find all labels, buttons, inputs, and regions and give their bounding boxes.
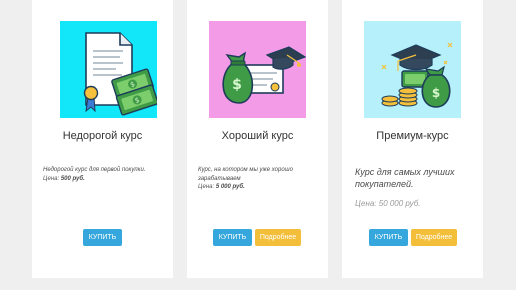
course-image-premium: $: [364, 21, 461, 118]
certificate-with-money-icon: $ $: [60, 21, 157, 118]
price-value: 5 000 руб.: [215, 184, 245, 190]
price-text: Цена: 50 000 руб.: [355, 199, 421, 208]
description-text: Курс, на котором мы уже хорошо зарабатыв…: [198, 167, 293, 182]
buy-button[interactable]: КУПИТЬ: [369, 229, 408, 246]
card-actions: КУПИТЬ Подробнее: [369, 229, 457, 246]
course-card-premium: $ Премиум-курс Курс для самых лучших пок…: [342, 0, 483, 278]
course-card-good: $ Хороший курс Курс, на котором мы уже х…: [187, 0, 328, 278]
buy-button[interactable]: КУПИТЬ: [213, 229, 252, 246]
course-description: Недорогой курс для первой покупки. Цена:…: [43, 166, 167, 183]
course-title: Хороший курс: [221, 130, 294, 142]
card-actions: КУПИТЬ Подробнее: [213, 229, 301, 246]
description-text: Недорогой курс для первой покупки.: [43, 167, 146, 173]
course-description: Курс, на котором мы уже хорошо зарабатыв…: [198, 166, 322, 192]
course-title: Премиум-курс: [376, 130, 449, 142]
card-actions: КУПИТЬ: [83, 229, 122, 246]
course-title: Недорогой курс: [62, 130, 143, 142]
price-label: Цена:: [43, 175, 60, 182]
course-image-good: $: [209, 21, 306, 118]
buy-button[interactable]: КУПИТЬ: [83, 229, 122, 246]
course-card-cheap: $ $ Недорогой курс Недорогой курс для пе…: [32, 0, 173, 278]
svg-text:$: $: [232, 77, 242, 93]
details-button[interactable]: Подробнее: [255, 229, 301, 246]
svg-text:$: $: [432, 86, 440, 100]
graduation-cap-money-coins-icon: $: [364, 21, 461, 118]
course-description: Курс для самых лучших покупателей.: [355, 167, 455, 189]
price-label: Цена:: [198, 184, 215, 190]
details-button[interactable]: Подробнее: [411, 229, 457, 246]
course-image-cheap: $ $: [60, 21, 157, 118]
money-bag-diploma-graduation-cap-icon: $: [209, 21, 306, 118]
price-value: 500 руб.: [60, 175, 85, 182]
